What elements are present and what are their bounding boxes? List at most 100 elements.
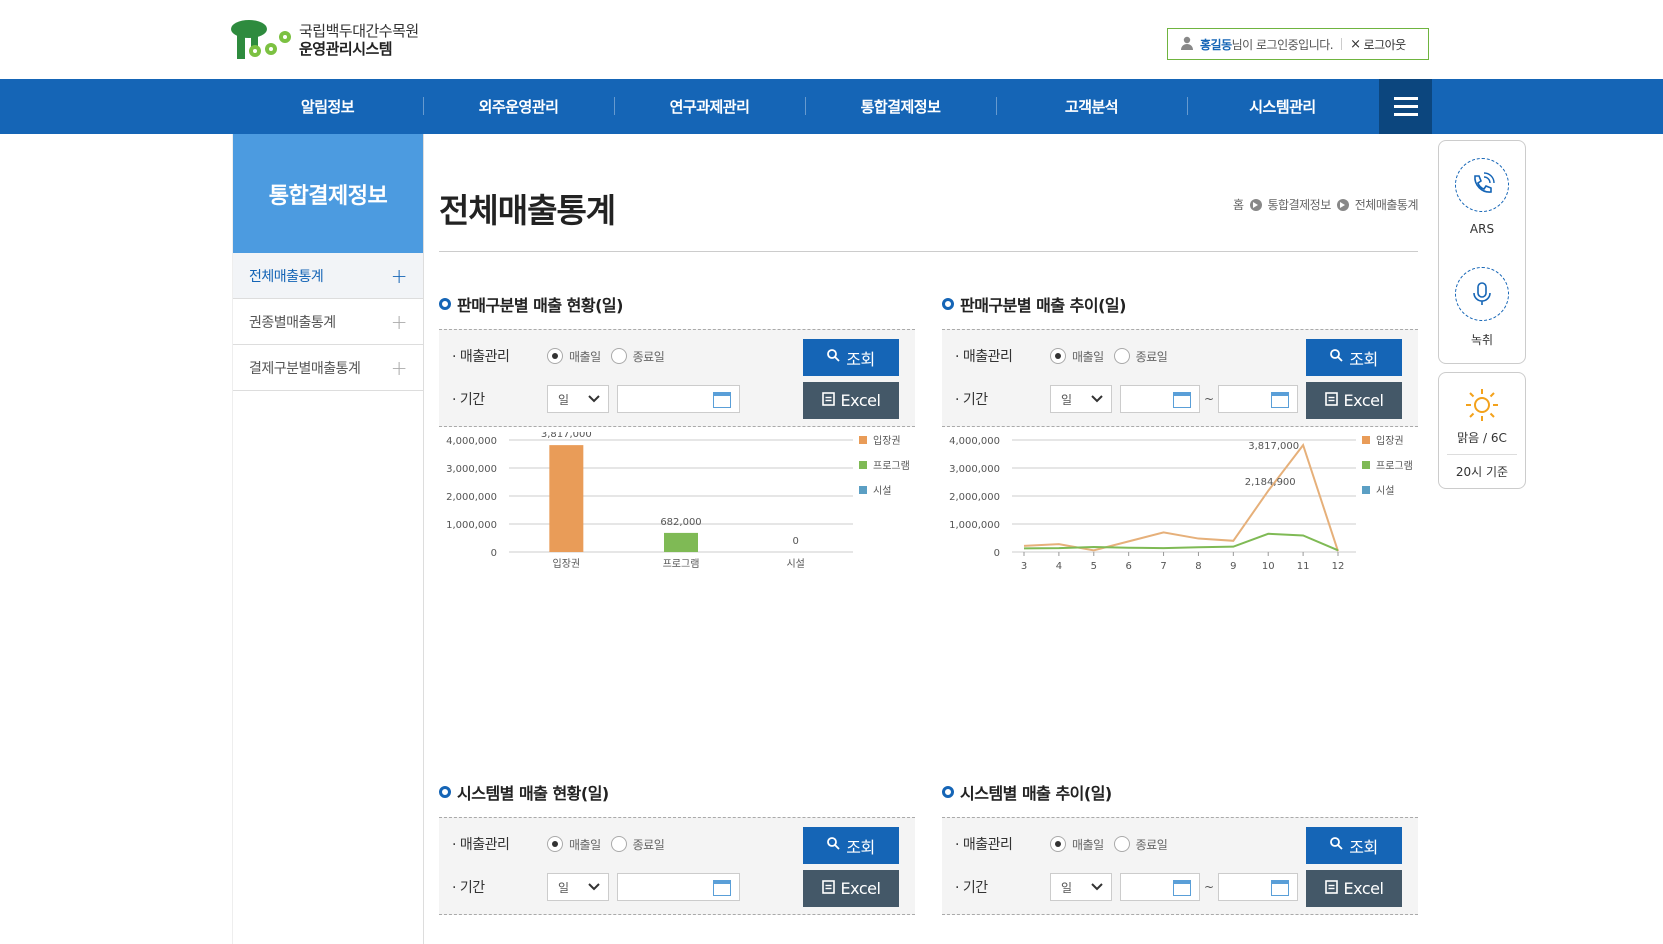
period-label: · 기간 <box>955 880 988 896</box>
search-form: · 매출관리 매출일 종료일 · 기간 일 ~ 조회 Excel <box>942 329 1418 427</box>
quick-menu: ARS 녹취 맑음 / 6C 20시 기준 <box>1438 140 1526 489</box>
gnb-item-system[interactable]: 시스템관리 <box>1187 79 1378 134</box>
chevron-down-icon <box>588 880 600 894</box>
side-nav-title: 통합결제정보 <box>233 134 423 253</box>
calendar-icon[interactable] <box>1271 880 1290 896</box>
radio-end-day[interactable]: 종료일 <box>1113 836 1168 853</box>
x-tick-label: 8 <box>1195 561 1201 572</box>
plus-icon: + <box>390 355 408 380</box>
hamburger-menu-icon[interactable] <box>1379 79 1432 134</box>
date-input[interactable] <box>617 385 740 413</box>
radio-sales-day[interactable]: 매출일 <box>1050 348 1104 365</box>
side-nav-item-label: 권종별매출통계 <box>249 314 336 331</box>
legend-swatch <box>1362 436 1370 444</box>
panel-sales-type-trend: 판매구분별 매출 추이(일) · 매출관리 매출일 종료일 · 기간 일 ~ 조… <box>942 292 1418 592</box>
search-icon <box>1330 349 1343 366</box>
logout-button[interactable]: × 로그아웃 <box>1350 36 1406 53</box>
side-nav-item-ticket-sales[interactable]: 권종별매출통계 + <box>233 299 423 345</box>
sales-mgmt-row: · 매출관리 매출일 종료일 <box>955 834 1177 854</box>
x-tick-label: 3 <box>1021 561 1027 572</box>
weather-text: 맑음 / 6C <box>1457 431 1507 445</box>
ars-button[interactable]: ARS <box>1439 141 1525 252</box>
data-label: 3,817,000 <box>541 432 592 440</box>
gnb-item-payment[interactable]: 통합결제정보 <box>805 79 996 134</box>
bar-chart: 4,000,000 3,000,000 2,000,000 1,000,000 0 3,8… <box>446 429 910 570</box>
legend-swatch <box>859 486 867 494</box>
search-label: 조회 <box>846 837 875 857</box>
radio-end-day[interactable]: 종료일 <box>610 348 665 365</box>
x-tick-label: 4 <box>1056 561 1062 572</box>
record-button[interactable]: 녹취 <box>1439 252 1525 363</box>
line-chart-container: 4,000,000 3,000,000 2,000,000 1,000,000 0 3 4 5… <box>942 432 1418 572</box>
header: 국립백두대간수목원 운영관리시스템 홍길동 님이 로그인중입니다. × 로그아웃 <box>0 0 1663 79</box>
range-separator: ~ <box>1204 392 1215 406</box>
radio-label: 종료일 <box>1135 837 1168 852</box>
excel-button[interactable]: Excel <box>1306 382 1402 419</box>
gnb-item-research[interactable]: 연구과제관리 <box>614 79 805 134</box>
period-unit-select[interactable]: 일 <box>547 385 609 413</box>
excel-label: Excel <box>1343 879 1384 898</box>
search-button[interactable]: 조회 <box>803 339 899 376</box>
date-input-end[interactable] <box>1218 873 1299 901</box>
x-tick-label: 9 <box>1230 561 1236 572</box>
date-input-start[interactable] <box>1120 385 1200 413</box>
search-button[interactable]: 조회 <box>1306 827 1402 864</box>
gnb-item-customer[interactable]: 고객분석 <box>996 79 1187 134</box>
search-button[interactable]: 조회 <box>803 827 899 864</box>
legend-label: 입장권 <box>873 434 901 447</box>
period-row: · 기간 일 ~ <box>955 873 1299 901</box>
sales-mgmt-row: · 매출관리 매출일 종료일 <box>452 346 674 366</box>
period-row: · 기간 일 <box>452 385 740 413</box>
excel-label: Excel <box>840 391 881 410</box>
gnb-item-notice[interactable]: 알림정보 <box>232 79 423 134</box>
sales-mgmt-row: · 매출관리 매출일 종료일 <box>452 834 674 854</box>
search-button[interactable]: 조회 <box>1306 339 1402 376</box>
panel-title: 시스템별 매출 추이(일) <box>942 780 1112 804</box>
chevron-down-icon <box>1091 392 1103 406</box>
radio-sales-day[interactable]: 매출일 <box>547 836 601 853</box>
bullet-icon <box>439 298 451 310</box>
y-tick-label: 0 <box>994 548 1000 559</box>
radio-end-day[interactable]: 종료일 <box>1113 348 1168 365</box>
date-input-end[interactable] <box>1218 385 1299 413</box>
logo-tree-icon <box>231 17 295 63</box>
period-label: · 기간 <box>955 392 988 408</box>
period-unit-select[interactable]: 일 <box>547 873 609 901</box>
search-icon <box>827 349 840 366</box>
calendar-icon[interactable] <box>1271 392 1290 408</box>
y-tick-label: 4,000,000 <box>446 436 497 447</box>
x-tick-label: 11 <box>1297 561 1310 572</box>
radio-sales-day[interactable]: 매출일 <box>547 348 601 365</box>
logout-label: 로그아웃 <box>1363 37 1407 52</box>
period-unit-select[interactable]: 일 <box>1050 385 1112 413</box>
search-label: 조회 <box>846 349 875 369</box>
breadcrumb-home[interactable]: 홈 <box>1233 196 1244 213</box>
bullet-icon <box>942 298 954 310</box>
y-tick-label: 2,000,000 <box>949 492 1000 503</box>
breadcrumb-item[interactable]: 통합결제정보 <box>1268 196 1332 213</box>
excel-button[interactable]: Excel <box>803 382 899 419</box>
document-icon <box>821 879 835 898</box>
y-tick-label: 1,000,000 <box>446 520 497 531</box>
excel-button[interactable]: Excel <box>803 870 899 907</box>
calendar-icon[interactable] <box>1173 392 1191 408</box>
breadcrumb-current: 전체매출통계 <box>1354 198 1419 212</box>
legend-swatch <box>1362 486 1370 494</box>
calendar-icon[interactable] <box>713 880 731 896</box>
logo[interactable]: 국립백두대간수목원 운영관리시스템 <box>231 17 419 63</box>
gnb-item-outsourcing[interactable]: 외주운영관리 <box>423 79 614 134</box>
side-nav-item-total-sales[interactable]: 전체매출통계 + <box>233 253 423 299</box>
global-nav: 알림정보 외주운영관리 연구과제관리 통합결제정보 고객분석 시스템관리 <box>0 79 1663 134</box>
plus-icon: + <box>390 309 408 334</box>
period-unit-select[interactable]: 일 <box>1050 873 1112 901</box>
calendar-icon[interactable] <box>713 392 731 408</box>
calendar-icon[interactable] <box>1173 880 1191 896</box>
side-nav-item-payment-type-sales[interactable]: 결제구분별매출통계 + <box>233 345 423 391</box>
radio-end-day[interactable]: 종료일 <box>610 836 665 853</box>
date-input[interactable] <box>617 873 740 901</box>
radio-sales-day[interactable]: 매출일 <box>1050 836 1104 853</box>
chevron-right-icon <box>1249 198 1262 211</box>
x-tick-label: 10 <box>1262 561 1275 572</box>
date-input-start[interactable] <box>1120 873 1200 901</box>
excel-button[interactable]: Excel <box>1306 870 1402 907</box>
